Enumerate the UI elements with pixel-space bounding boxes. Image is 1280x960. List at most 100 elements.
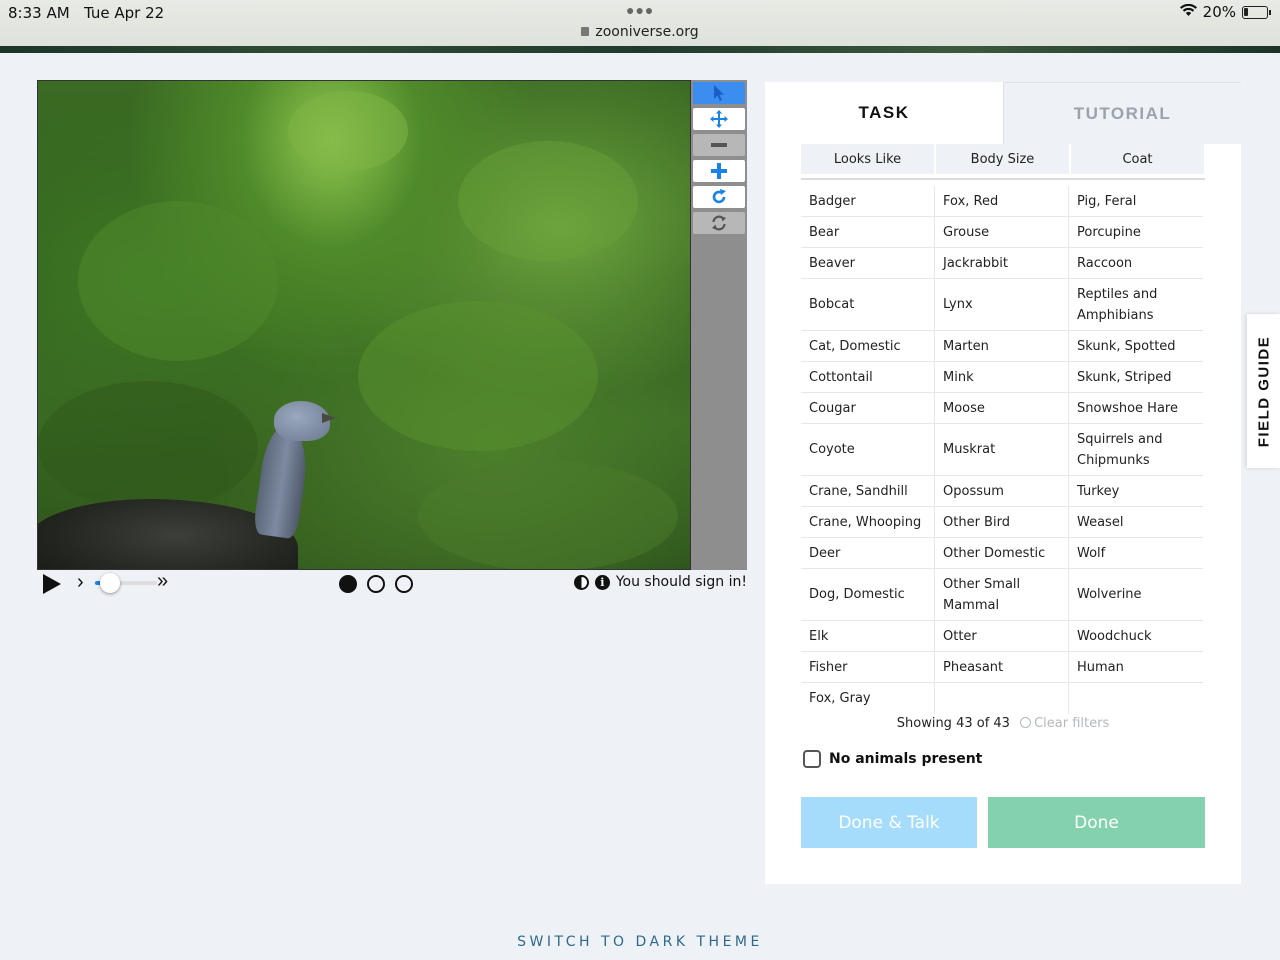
foliage-highlight bbox=[78, 201, 278, 361]
species-choice[interactable]: Bobcat bbox=[801, 279, 934, 331]
zoom-out-button[interactable] bbox=[693, 134, 745, 156]
species-choice[interactable]: Other Small Mammal bbox=[935, 569, 1068, 621]
task-panel: TASK TUTORIAL Looks Like Body Size Coat … bbox=[765, 82, 1241, 884]
species-choice[interactable]: Raccoon bbox=[1069, 248, 1203, 279]
species-choice[interactable]: Badger bbox=[801, 186, 934, 217]
species-choice[interactable]: Cottontail bbox=[801, 362, 934, 393]
species-choice[interactable]: Pheasant bbox=[935, 652, 1068, 683]
species-choice[interactable]: Coyote bbox=[801, 424, 934, 476]
species-choice[interactable]: Moose bbox=[935, 393, 1068, 424]
switch-dark-theme-link[interactable]: SWITCH TO DARK THEME bbox=[0, 934, 1280, 950]
move-icon bbox=[710, 110, 728, 128]
species-choice[interactable]: Beaver bbox=[801, 248, 934, 279]
species-choice[interactable]: Skunk, Striped bbox=[1069, 362, 1203, 393]
species-choice[interactable]: Other Domestic bbox=[935, 538, 1068, 569]
species-choice[interactable]: Crane, Sandhill bbox=[801, 476, 934, 507]
foliage-shadow bbox=[38, 381, 258, 511]
speed-slider-handle[interactable] bbox=[100, 573, 120, 593]
species-choice[interactable]: Elk bbox=[801, 621, 934, 652]
reset-icon bbox=[712, 215, 726, 231]
pointer-tool-button[interactable] bbox=[693, 82, 745, 104]
species-choice[interactable]: Wolverine bbox=[1069, 569, 1203, 621]
done-button[interactable]: Done bbox=[988, 797, 1205, 848]
frame-dot-1[interactable] bbox=[339, 575, 357, 593]
species-choice[interactable]: Wolf bbox=[1069, 538, 1203, 569]
species-choice[interactable]: Squirrels and Chipmunks bbox=[1069, 424, 1203, 476]
move-tool-button[interactable] bbox=[693, 108, 745, 130]
field-guide-tab[interactable]: FIELD GUIDE bbox=[1247, 314, 1280, 468]
species-choice[interactable]: Jackrabbit bbox=[935, 248, 1068, 279]
species-choice[interactable]: Deer bbox=[801, 538, 934, 569]
species-choice[interactable]: Crane, Whooping bbox=[801, 507, 934, 538]
frame-dot-2[interactable] bbox=[367, 575, 385, 593]
species-choice[interactable]: Human bbox=[1069, 652, 1203, 683]
tab-task[interactable]: TASK bbox=[765, 82, 1003, 144]
species-choice[interactable]: Opossum bbox=[935, 476, 1068, 507]
zoom-out-icon bbox=[711, 143, 727, 147]
status-right: 20% bbox=[1179, 3, 1271, 21]
species-choice[interactable]: Grouse bbox=[935, 217, 1068, 248]
chevron-right-icon[interactable]: › bbox=[77, 571, 84, 594]
battery-percent: 20% bbox=[1202, 3, 1236, 21]
species-choice[interactable]: Dog, Domestic bbox=[801, 569, 934, 621]
play-icon[interactable] bbox=[43, 574, 61, 594]
species-choice[interactable]: Marten bbox=[935, 331, 1068, 362]
results-count: Showing 43 of 43 Clear filters bbox=[896, 716, 1110, 731]
species-choice[interactable]: Mink bbox=[935, 362, 1068, 393]
zoom-in-icon bbox=[711, 163, 727, 179]
species-choice[interactable]: Porcupine bbox=[1069, 217, 1203, 248]
turkey-beak bbox=[322, 413, 336, 423]
species-choice[interactable]: Skunk, Spotted bbox=[1069, 331, 1203, 362]
camera-trap-image[interactable] bbox=[37, 80, 691, 570]
species-choice[interactable]: Bear bbox=[801, 217, 934, 248]
task-tabs: TASK TUTORIAL bbox=[765, 82, 1241, 144]
species-choice[interactable]: Fisher bbox=[801, 652, 934, 683]
species-choice[interactable]: Turkey bbox=[1069, 476, 1203, 507]
field-guide-label: FIELD GUIDE bbox=[1255, 335, 1273, 447]
image-toolbar bbox=[691, 80, 747, 570]
rotate-icon bbox=[712, 189, 726, 204]
more-dots-icon[interactable]: ●●● bbox=[626, 2, 654, 18]
url-bar[interactable]: zooniverse.org bbox=[0, 24, 1280, 40]
foliage-highlight bbox=[358, 301, 598, 451]
viewer-meta: i You should sign in! bbox=[573, 574, 747, 590]
clear-filters-button[interactable]: Clear filters bbox=[1020, 716, 1109, 731]
species-choice[interactable]: Cougar bbox=[801, 393, 934, 424]
filter-looks-like[interactable]: Looks Like bbox=[801, 144, 934, 174]
species-choice[interactable]: Fox, Gray bbox=[801, 683, 934, 714]
tab-tutorial[interactable]: TUTORIAL bbox=[1003, 82, 1241, 144]
rotate-button[interactable] bbox=[693, 186, 745, 208]
species-choice[interactable]: Reptiles and Amphibians bbox=[1069, 279, 1203, 331]
frame-dot-3[interactable] bbox=[395, 575, 413, 593]
reset-button[interactable] bbox=[693, 212, 745, 234]
foliage-highlight bbox=[288, 91, 408, 171]
wifi-icon bbox=[1179, 3, 1197, 21]
invert-contrast-icon[interactable] bbox=[573, 574, 589, 590]
done-and-talk-button[interactable]: Done & Talk bbox=[801, 797, 977, 848]
species-choice[interactable]: Lynx bbox=[935, 279, 1068, 331]
species-choice[interactable]: Cat, Domestic bbox=[801, 331, 934, 362]
choice-column-1: Badger Bear Beaver Bobcat Cat, Domestic … bbox=[801, 186, 935, 714]
species-choice[interactable]: Otter bbox=[935, 621, 1068, 652]
species-choice[interactable]: Muskrat bbox=[935, 424, 1068, 476]
species-choice[interactable]: Fox, Red bbox=[935, 186, 1068, 217]
battery-icon bbox=[1242, 5, 1271, 19]
no-animals-label: No animals present bbox=[829, 751, 983, 767]
species-choice[interactable]: Other Bird bbox=[935, 507, 1068, 538]
species-choice[interactable]: Snowshoe Hare bbox=[1069, 393, 1203, 424]
no-animals-option[interactable]: No animals present bbox=[803, 750, 982, 768]
frame-controls: › » i You should sign in! bbox=[37, 570, 747, 598]
double-chevron-right-icon[interactable]: » bbox=[157, 570, 168, 593]
filter-body-size[interactable]: Body Size bbox=[936, 144, 1069, 174]
species-choice[interactable]: Pig, Feral bbox=[1069, 186, 1203, 217]
filter-coat[interactable]: Coat bbox=[1071, 144, 1204, 174]
species-choices: Badger Bear Beaver Bobcat Cat, Domestic … bbox=[801, 186, 1203, 714]
species-choice[interactable]: Woodchuck bbox=[1069, 621, 1203, 652]
info-icon[interactable]: i bbox=[594, 574, 610, 590]
turkey-neck bbox=[252, 424, 312, 540]
frame-selector bbox=[339, 575, 413, 593]
clear-icon bbox=[1020, 717, 1032, 728]
species-choice[interactable]: Weasel bbox=[1069, 507, 1203, 538]
no-animals-checkbox[interactable] bbox=[803, 750, 821, 768]
zoom-in-button[interactable] bbox=[693, 160, 745, 182]
